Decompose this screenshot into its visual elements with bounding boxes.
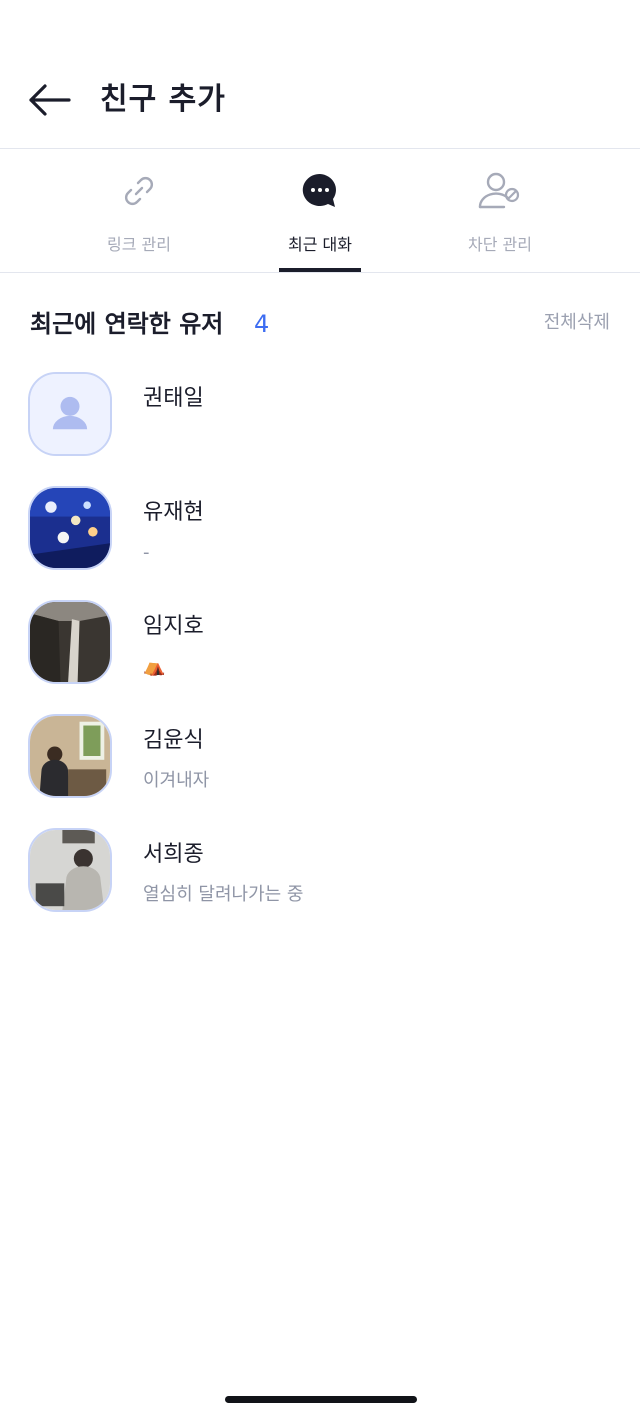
tab-block-management[interactable]: 차단 관리 <box>410 149 590 272</box>
user-name: 권태일 <box>143 386 204 411</box>
avatar <box>28 486 112 570</box>
portrait-photo <box>30 830 110 910</box>
list-item[interactable]: 유재현 - <box>0 486 640 576</box>
user-name: 임지호 <box>143 614 204 639</box>
user-status: 열심히 달려나가는 중 <box>143 884 304 905</box>
user-status: 이겨내자 <box>143 770 210 791</box>
tab-label: 최근 대화 <box>288 235 352 254</box>
top-app-bar: 친구 추가 <box>0 0 640 149</box>
user-block-icon <box>476 171 524 211</box>
back-button[interactable] <box>24 78 74 122</box>
list-item[interactable]: 서희종 열심히 달려나가는 중 <box>0 828 640 918</box>
avatar <box>28 372 112 456</box>
list-item[interactable]: 임지호 ⛺ <box>0 600 640 690</box>
arrow-left-icon <box>29 84 71 116</box>
tab-label: 차단 관리 <box>468 235 532 254</box>
avatar <box>28 828 112 912</box>
link-icon <box>119 171 159 211</box>
chat-bubble-icon <box>300 171 340 211</box>
home-indicator <box>225 1396 417 1403</box>
user-status: ⛺ <box>143 656 166 677</box>
list-item[interactable]: 권태일 <box>0 372 640 462</box>
tab-bar: 링크 관리 최근 대화 차단 관리 <box>0 149 640 273</box>
aquarium-photo <box>30 488 110 568</box>
avatar <box>28 600 112 684</box>
section-count: 4 <box>254 310 270 338</box>
user-name: 김윤식 <box>143 728 204 753</box>
tab-link-management[interactable]: 링크 관리 <box>49 149 229 272</box>
tunnel-photo <box>30 602 110 682</box>
default-avatar-icon <box>30 374 110 454</box>
user-status: - <box>143 542 150 563</box>
active-tab-indicator <box>279 268 361 272</box>
user-name: 서희종 <box>143 842 204 867</box>
user-name: 유재현 <box>143 500 204 525</box>
delete-all-button[interactable]: 전체삭제 <box>544 308 610 338</box>
list-item[interactable]: 김윤식 이겨내자 <box>0 714 640 804</box>
section-title: 최근에 연락한 유저 <box>30 310 224 338</box>
page-title: 친구 추가 <box>100 82 226 117</box>
office-photo <box>30 716 110 796</box>
tab-recent-chats[interactable]: 최근 대화 <box>230 149 410 272</box>
tab-label: 링크 관리 <box>107 235 171 254</box>
avatar <box>28 714 112 798</box>
